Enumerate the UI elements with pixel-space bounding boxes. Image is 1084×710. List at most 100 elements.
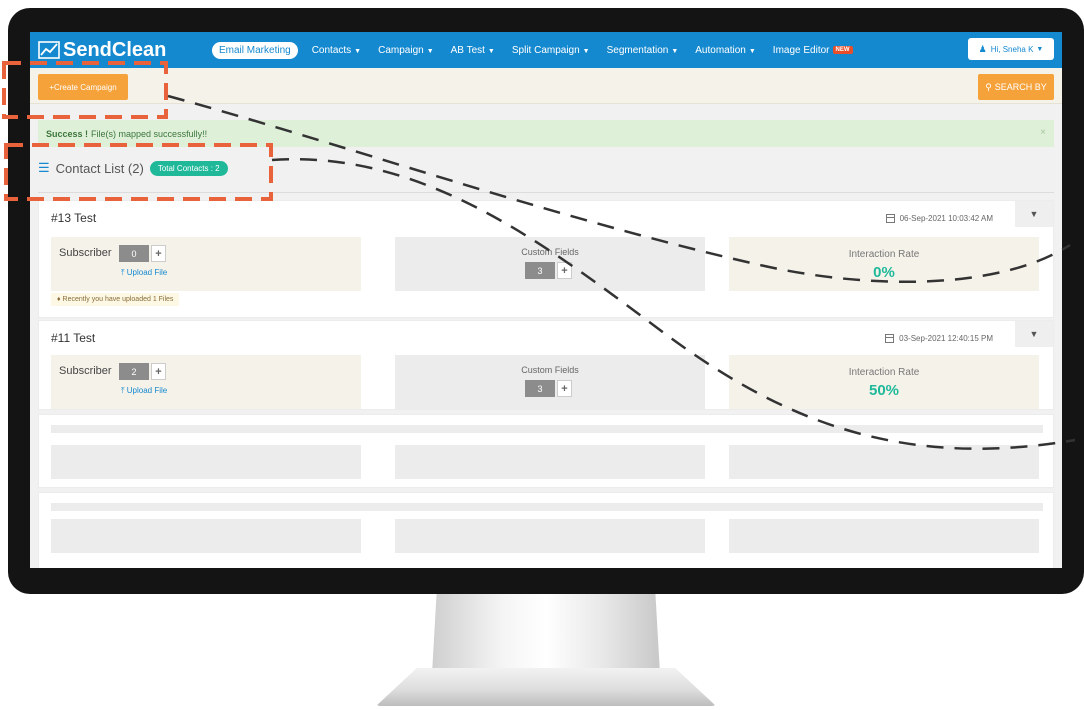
custom-fields-panel: Custom Fields 3 + bbox=[395, 237, 705, 291]
nav-label: Campaign bbox=[378, 44, 424, 56]
nav-campaign[interactable]: Campaign ▼ bbox=[378, 45, 434, 56]
alert-message: File(s) mapped successfully!! bbox=[91, 128, 208, 139]
skeleton-bar bbox=[51, 425, 1043, 433]
add-subscriber-button[interactable]: + bbox=[151, 245, 166, 262]
caret-down-icon: ▼ bbox=[1029, 329, 1039, 339]
app-name: SendClean bbox=[63, 38, 167, 61]
create-campaign-button[interactable]: +Create Campaign bbox=[38, 74, 128, 100]
bell-icon: ♦ bbox=[57, 296, 61, 303]
nav-label: Split Campaign bbox=[511, 44, 580, 56]
notice-text: Recently you have uploaded 1 Files bbox=[62, 296, 174, 303]
expand-toggle[interactable]: ▼ bbox=[1015, 201, 1053, 227]
user-icon: ♟ bbox=[978, 43, 987, 54]
alert-strong: Success ! bbox=[46, 128, 89, 139]
caret-down-icon: ▼ bbox=[487, 47, 495, 55]
nav-label: AB Test bbox=[450, 44, 485, 56]
user-menu-button[interactable]: ♟ Hi, Sneha K ▼ bbox=[968, 38, 1054, 60]
nav-segmentation[interactable]: Segmentation ▼ bbox=[607, 45, 679, 56]
caret-down-icon: ▼ bbox=[582, 47, 590, 55]
subscriber-label: Subscriber bbox=[59, 365, 112, 377]
new-badge: NEW bbox=[832, 45, 853, 54]
custom-fields-panel: Custom Fields 3 + bbox=[395, 355, 705, 409]
skeleton-bar bbox=[51, 503, 1043, 511]
loading-card bbox=[38, 414, 1054, 488]
list-date-text: 06-Sep-2021 10:03:42 AM bbox=[899, 214, 993, 223]
upload-icon: ⤒ bbox=[121, 268, 125, 277]
skeleton-panel bbox=[729, 445, 1039, 479]
search-icon: ⚲ bbox=[985, 81, 992, 92]
list-name[interactable]: #11 Test bbox=[51, 331, 95, 345]
loading-card bbox=[38, 492, 1054, 568]
total-contacts-badge: Total Contacts : 2 bbox=[149, 160, 228, 176]
nav-contacts[interactable]: Contacts ▼ bbox=[312, 45, 361, 56]
interaction-rate: 50% bbox=[868, 382, 900, 399]
upload-label: Upload File bbox=[126, 386, 168, 395]
nav-label: Email Marketing bbox=[219, 44, 291, 56]
divider bbox=[38, 192, 1054, 193]
contact-list-card: #13 Test 06-Sep-2021 10:03:42 AM ▼ Subsc… bbox=[38, 200, 1054, 318]
calendar-icon bbox=[885, 214, 895, 223]
nav-split-campaign[interactable]: Split Campaign ▼ bbox=[512, 45, 590, 56]
product-mockup: SendClean Email Marketing Contacts ▼ Camp… bbox=[0, 0, 1084, 710]
chart-logo-icon bbox=[38, 41, 60, 59]
caret-down-icon: ▼ bbox=[671, 47, 679, 55]
caret-down-icon: ▼ bbox=[1036, 45, 1044, 53]
subscriber-label: Subscriber bbox=[59, 247, 112, 259]
nav-email-marketing[interactable]: Email Marketing bbox=[212, 41, 298, 59]
top-navbar: SendClean Email Marketing Contacts ▼ Camp… bbox=[30, 32, 1062, 68]
search-by-label: SEARCH BY bbox=[994, 82, 1047, 92]
custom-fields-count: 3 bbox=[525, 262, 555, 279]
custom-fields-label: Custom Fields bbox=[521, 365, 579, 375]
interaction-label: Interaction Rate bbox=[848, 367, 920, 378]
skeleton-panel bbox=[395, 445, 705, 479]
upload-label: Upload File bbox=[126, 268, 168, 277]
add-custom-field-button[interactable]: + bbox=[557, 380, 572, 397]
nav-menu: Email Marketing Contacts ▼ Campaign ▼ AB T… bbox=[212, 41, 870, 59]
contact-list-card: #11 Test 03-Sep-2021 12:40:15 PM ▼ Subsc… bbox=[38, 320, 1054, 410]
upload-file-link[interactable]: ⤒ Upload File bbox=[121, 386, 167, 396]
list-date-text: 03-Sep-2021 12:40:15 PM bbox=[899, 334, 993, 343]
list-name[interactable]: #13 Test bbox=[51, 211, 96, 225]
caret-down-icon: ▼ bbox=[354, 47, 362, 55]
close-icon[interactable]: × bbox=[1040, 127, 1046, 138]
skeleton-panel bbox=[729, 519, 1039, 553]
search-by-button[interactable]: ⚲ SEARCH BY bbox=[978, 74, 1054, 100]
user-label: Hi, Sneha K bbox=[990, 44, 1034, 54]
interaction-rate: 0% bbox=[873, 264, 895, 281]
nav-image-editor[interactable]: Image Editor NEW bbox=[773, 45, 853, 56]
list-date: 06-Sep-2021 10:03:42 AM bbox=[885, 214, 993, 223]
caret-down-icon: ▼ bbox=[426, 47, 434, 55]
add-subscriber-button[interactable]: + bbox=[151, 363, 166, 380]
upload-icon: ⤒ bbox=[121, 386, 125, 395]
upload-file-link[interactable]: ⤒ Upload File bbox=[121, 268, 167, 278]
page-title: Contact List (2) bbox=[55, 160, 144, 176]
custom-fields-count: 3 bbox=[525, 380, 555, 397]
interaction-panel: Interaction Rate 50% bbox=[729, 355, 1039, 409]
nav-automation[interactable]: Automation ▼ bbox=[695, 45, 756, 56]
interaction-label: Interaction Rate bbox=[848, 249, 920, 260]
interaction-panel: Interaction Rate 0% bbox=[729, 237, 1039, 291]
nav-label: Automation bbox=[695, 44, 746, 56]
app-logo[interactable]: SendClean bbox=[38, 39, 208, 62]
subscriber-count: 2 bbox=[119, 363, 149, 380]
expand-toggle[interactable]: ▼ bbox=[1015, 321, 1053, 347]
add-custom-field-button[interactable]: + bbox=[557, 262, 572, 279]
action-bar: +Create Campaign ⚲ SEARCH BY bbox=[30, 68, 1062, 104]
calendar-icon bbox=[885, 334, 895, 343]
nav-label: Segmentation bbox=[606, 44, 669, 56]
subscriber-panel: Subscriber 2 + ⤒ Upload File bbox=[51, 355, 361, 409]
list-date: 03-Sep-2021 12:40:15 PM bbox=[885, 334, 993, 343]
upload-notice: ♦ Recently you have uploaded 1 Files bbox=[51, 293, 180, 306]
subscriber-panel: Subscriber 0 + ⤒ Upload File bbox=[51, 237, 361, 291]
contact-list-heading: ☰ Contact List (2) Total Contacts : 2 bbox=[38, 160, 228, 176]
monitor-base bbox=[376, 668, 716, 706]
success-alert: Success ! File(s) mapped successfully!! … bbox=[38, 120, 1054, 147]
caret-down-icon: ▼ bbox=[748, 47, 756, 55]
nav-label: Contacts bbox=[311, 44, 352, 56]
list-icon: ☰ bbox=[38, 160, 50, 175]
skeleton-panel bbox=[395, 519, 705, 553]
custom-fields-label: Custom Fields bbox=[521, 247, 579, 257]
caret-down-icon: ▼ bbox=[1029, 209, 1039, 219]
nav-ab-test[interactable]: AB Test ▼ bbox=[451, 45, 495, 56]
subscriber-count: 0 bbox=[119, 245, 149, 262]
